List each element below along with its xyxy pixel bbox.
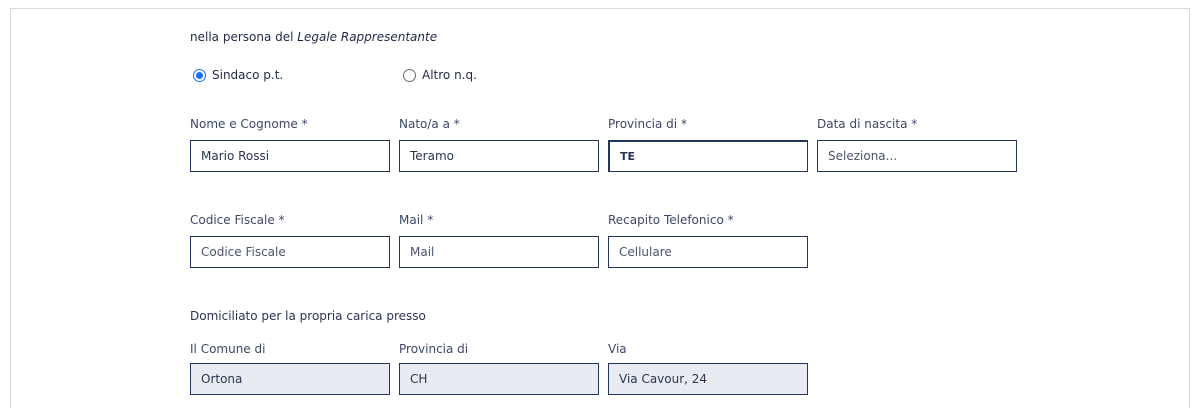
- codice-fiscale-label: Codice Fiscale *: [190, 213, 285, 227]
- provincia-nascita-label: Provincia di *: [608, 117, 687, 131]
- via-label: Via: [608, 342, 627, 356]
- nato-label: Nato/a a *: [399, 117, 460, 131]
- data-nascita-label: Data di nascita *: [817, 117, 918, 131]
- radio-altro-label: Altro n.q.: [422, 68, 477, 82]
- mail-label: Mail *: [399, 213, 434, 227]
- intro-prefix: nella persona del: [190, 30, 298, 44]
- comune-label: Il Comune di: [190, 342, 266, 356]
- radio-sindaco-label: Sindaco p.t.: [212, 68, 284, 82]
- recapito-label: Recapito Telefonico *: [608, 213, 734, 227]
- comune-field[interactable]: Ortona: [190, 363, 390, 395]
- data-nascita-field[interactable]: Seleziona...: [817, 140, 1017, 172]
- recapito-field[interactable]: Cellulare: [608, 236, 808, 268]
- radio-altro-circle[interactable]: [403, 68, 416, 82]
- via-field[interactable]: Via Cavour, 24: [608, 363, 808, 395]
- nato-field[interactable]: Teramo: [399, 140, 599, 172]
- radio-altro[interactable]: Altro n.q.: [403, 68, 477, 82]
- intro-text: nella persona del Legale Rappresentante: [190, 30, 437, 44]
- intro-role: Legale Rappresentante: [297, 30, 438, 44]
- nome-label: Nome e Cognome *: [190, 117, 308, 131]
- provincia-domicilio-field[interactable]: CH: [399, 363, 599, 395]
- codice-fiscale-field[interactable]: Codice Fiscale: [190, 236, 390, 268]
- provincia-nascita-select[interactable]: TE: [608, 140, 808, 172]
- radio-sindaco-circle[interactable]: [193, 68, 206, 82]
- form-panel: [10, 8, 1190, 408]
- radio-sindaco[interactable]: Sindaco p.t.: [193, 68, 283, 82]
- domicilio-title: Domiciliato per la propria carica presso: [190, 309, 426, 323]
- nome-cognome-field[interactable]: Mario Rossi: [190, 140, 390, 172]
- mail-field[interactable]: Mail: [399, 236, 599, 268]
- provincia-domicilio-label: Provincia di: [399, 342, 469, 356]
